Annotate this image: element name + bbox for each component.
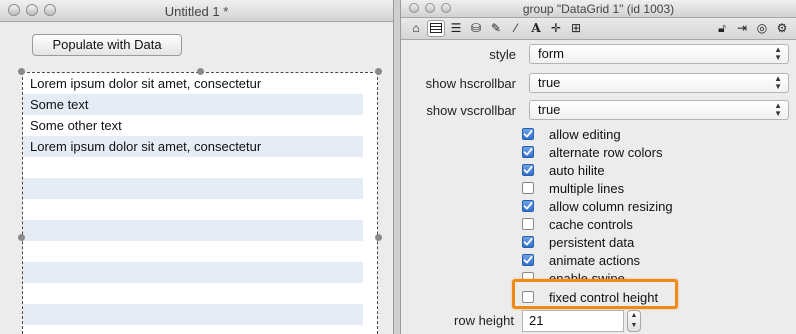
- select-arrows-icon: ▲ ▼: [774, 101, 782, 118]
- datagrid-row[interactable]: [23, 199, 363, 220]
- property-inspector: group "DataGrid 1" (id 1003) ⌂ ☰ ⛁ ✎ ⁄ A…: [400, 0, 796, 334]
- auto-hilite-checkbox[interactable]: [522, 164, 534, 176]
- populate-with-data-button[interactable]: Populate with Data: [32, 34, 182, 56]
- inspector-toolbar: ⌂ ☰ ⛁ ✎ ⁄ A ✛ ⊞ 🔓︎ ⇥ ◎ ⚙: [401, 18, 796, 40]
- option-animate-actions[interactable]: animate actions: [522, 251, 640, 269]
- option-cache-controls[interactable]: cache controls: [522, 215, 633, 233]
- fixed-control-height-checkbox[interactable]: [522, 291, 534, 303]
- inspector-titlebar[interactable]: group "DataGrid 1" (id 1003): [401, 0, 796, 18]
- allow-editing-checkbox[interactable]: [522, 128, 534, 140]
- vscrollbar-select[interactable]: true ▲ ▼: [529, 100, 789, 120]
- datagrid-row[interactable]: [23, 304, 363, 325]
- stack-window-title: Untitled 1 *: [164, 4, 229, 19]
- hscrollbar-select[interactable]: true ▲ ▼: [529, 73, 789, 93]
- option-alternate-row-colors[interactable]: alternate row colors: [522, 143, 662, 161]
- option-auto-hilite[interactable]: auto hilite: [522, 161, 605, 179]
- vscrollbar-label: show vscrollbar: [426, 103, 516, 118]
- grid-icon[interactable]: ⊞: [567, 20, 585, 37]
- resize-handle-top-right[interactable]: [375, 68, 382, 75]
- animate-actions-checkbox[interactable]: [522, 254, 534, 266]
- datagrid-row[interactable]: [23, 262, 363, 283]
- hscrollbar-value: true: [538, 75, 561, 90]
- lock-icon[interactable]: 🔓︎: [713, 20, 731, 37]
- select-arrows-icon: ▲ ▼: [774, 45, 782, 62]
- inspector-title: group "DataGrid 1" (id 1003): [522, 2, 675, 16]
- resize-handle-top-left[interactable]: [18, 68, 25, 75]
- cache-controls-checkbox[interactable]: [522, 218, 534, 230]
- import-icon[interactable]: ⇥: [733, 20, 751, 37]
- persistent-data-label: persistent data: [549, 234, 635, 250]
- wand-icon[interactable]: ⁄: [507, 20, 525, 37]
- resize-handle-right[interactable]: [375, 234, 382, 241]
- datagrid-row[interactable]: Some text: [23, 94, 363, 115]
- option-allow-column-resizing[interactable]: allow column resizing: [522, 197, 673, 215]
- row-height-input[interactable]: 21: [522, 310, 624, 332]
- pencil-icon[interactable]: ✎: [487, 20, 505, 37]
- datagrid[interactable]: Lorem ipsum dolor sit amet, consectetur S…: [22, 72, 378, 334]
- row-height-stepper[interactable]: ▲ ▼: [627, 310, 641, 332]
- stack-window: Untitled 1 * Populate with Data Lorem ip…: [0, 0, 394, 334]
- option-persistent-data[interactable]: persistent data: [522, 233, 634, 251]
- style-label: style: [489, 47, 516, 62]
- datagrid-icon[interactable]: [427, 20, 445, 37]
- row-height-label: row height: [454, 313, 514, 328]
- datagrid-row[interactable]: [23, 241, 363, 262]
- style-value: form: [538, 46, 564, 61]
- hscrollbar-label: show hscrollbar: [425, 76, 516, 91]
- home-icon[interactable]: ⌂: [407, 20, 425, 37]
- vscrollbar-value: true: [538, 102, 561, 117]
- alternate-row-colors-label: alternate row colors: [549, 144, 663, 160]
- resize-handle-left[interactable]: [18, 234, 25, 241]
- cache-controls-label: cache controls: [549, 216, 633, 232]
- datagrid-row[interactable]: Some other text: [23, 115, 363, 136]
- allow-editing-label: allow editing: [549, 126, 621, 142]
- text-icon[interactable]: A: [527, 20, 545, 37]
- gear-icon[interactable]: ⚙: [773, 20, 791, 37]
- animate-actions-label: animate actions: [549, 252, 641, 268]
- datagrid-row[interactable]: [23, 178, 363, 199]
- datagrid-row[interactable]: [23, 157, 363, 178]
- option-fixed-control-height[interactable]: fixed control height: [522, 288, 658, 306]
- datagrid-row[interactable]: [23, 283, 363, 304]
- multiple-lines-checkbox[interactable]: [522, 182, 534, 194]
- datagrid-row[interactable]: Lorem ipsum dolor sit amet, consectetur: [23, 73, 363, 94]
- auto-hilite-label: auto hilite: [549, 162, 605, 178]
- alternate-row-colors-checkbox[interactable]: [522, 146, 534, 158]
- select-arrows-icon: ▲ ▼: [774, 74, 782, 91]
- datagrid-row[interactable]: Lorem ipsum dolor sit amet, consectetur: [23, 136, 363, 157]
- resize-handle-top[interactable]: [197, 68, 204, 75]
- list-icon[interactable]: ☰: [447, 20, 465, 37]
- persistent-data-checkbox[interactable]: [522, 236, 534, 248]
- option-multiple-lines[interactable]: multiple lines: [522, 179, 624, 197]
- multiple-lines-label: multiple lines: [549, 180, 625, 196]
- datagrid-row[interactable]: [23, 220, 363, 241]
- option-allow-editing[interactable]: allow editing: [522, 125, 621, 143]
- datagrid-row[interactable]: [23, 325, 363, 334]
- style-select[interactable]: form ▲ ▼: [529, 44, 789, 64]
- fixed-control-height-label: fixed control height: [549, 289, 659, 305]
- target-icon[interactable]: ◎: [753, 20, 771, 37]
- datagrid-rows: Lorem ipsum dolor sit amet, consectetur S…: [23, 73, 363, 334]
- allow-column-resizing-label: allow column resizing: [549, 198, 673, 214]
- allow-column-resizing-checkbox[interactable]: [522, 200, 534, 212]
- stack-titlebar[interactable]: Untitled 1 *: [0, 0, 393, 22]
- database-icon[interactable]: ⛁: [467, 20, 485, 37]
- move-icon[interactable]: ✛: [547, 20, 565, 37]
